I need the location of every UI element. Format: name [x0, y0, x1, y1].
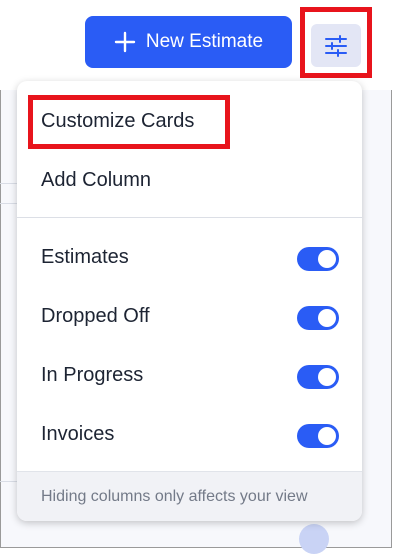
toggle-knob	[318, 368, 336, 386]
toggle-knob	[318, 309, 336, 327]
background-divider	[0, 203, 18, 204]
filter-button-highlight	[300, 7, 372, 78]
sliders-icon	[325, 34, 347, 57]
footer-note: Hiding columns only affects your view	[41, 488, 308, 505]
new-estimate-button[interactable]: New Estimate	[85, 16, 292, 68]
background-divider	[0, 481, 18, 482]
toggle-knob	[318, 427, 336, 445]
in-progress-toggle[interactable]	[297, 365, 339, 389]
column-toggle-row: Invoices	[17, 423, 362, 453]
dropped-off-toggle[interactable]	[297, 306, 339, 330]
column-toggle-label: Dropped Off	[41, 305, 150, 327]
column-toggle-row: In Progress	[17, 364, 362, 394]
invoices-toggle[interactable]	[297, 424, 339, 448]
column-toggle-label: Invoices	[41, 423, 115, 445]
background-card-title	[50, 530, 90, 544]
add-column-item[interactable]: Add Column	[41, 169, 151, 192]
plus-icon	[114, 31, 136, 53]
column-toggle-row: Estimates	[17, 246, 362, 276]
column-toggle-label: In Progress	[41, 364, 144, 386]
menu-footer: Hiding columns only affects your view	[17, 471, 362, 521]
column-toggle-label: Estimates	[41, 246, 129, 268]
column-toggle-row: Dropped Off	[17, 305, 362, 335]
menu-divider	[17, 217, 362, 218]
new-estimate-label: New Estimate	[145, 31, 264, 52]
column-settings-menu: Customize Cards Add Column Estimates Dro…	[17, 81, 362, 521]
background-divider	[0, 183, 18, 184]
estimates-toggle[interactable]	[297, 247, 339, 271]
customize-cards-item[interactable]: Customize Cards	[41, 110, 194, 133]
toggle-knob	[318, 250, 336, 268]
column-settings-button[interactable]	[311, 24, 361, 67]
